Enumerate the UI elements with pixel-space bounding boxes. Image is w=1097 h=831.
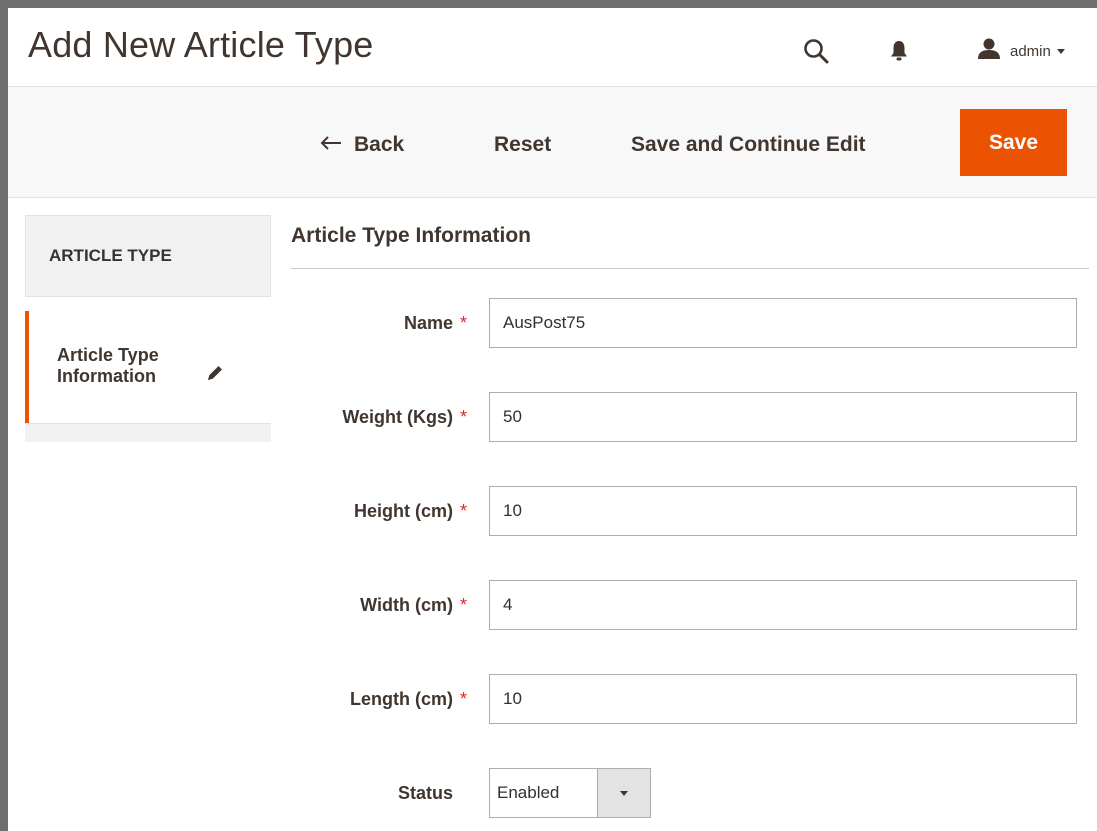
pencil-icon [205,363,225,388]
page-actions-bar: Back Reset Save and Continue Edit [8,86,1097,198]
sidebar-item-label: Article Type Information [57,345,159,386]
field-row-height: Height (cm) * 10 [8,486,1097,536]
required-marker: * [460,501,468,521]
field-row-status: Status Enabled [8,768,1097,818]
name-input[interactable]: AusPost75 [489,298,1077,348]
field-label: Name [403,313,453,333]
status-select[interactable]: Enabled [489,768,651,818]
section-title: Article Type Information [291,224,531,247]
height-input[interactable]: 10 [489,486,1077,536]
required-marker: * [460,595,468,615]
field-row-weight: Weight (Kgs) * 50 [8,392,1097,442]
field-label: Width (cm) [360,595,453,615]
required-marker: * [460,313,468,333]
section-divider [291,268,1089,269]
chevron-down-icon [620,790,628,796]
status-select-value: Enabled [497,783,560,802]
chevron-down-icon [1056,49,1065,54]
user-menu[interactable]: admin [976,38,1065,65]
back-button[interactable]: Back [320,125,404,165]
field-row-width: Width (cm) * 4 [8,580,1097,630]
search-icon[interactable] [803,38,829,69]
user-icon [976,38,1002,65]
field-label: Length (cm) [350,689,453,709]
weight-input[interactable]: 50 [489,392,1077,442]
page-header: Add New Article Type admin [8,8,1097,86]
sidebar-title: ARTICLE TYPE [25,215,271,297]
bell-icon[interactable] [890,40,908,67]
reset-button[interactable]: Reset [494,125,551,165]
field-label: Status [397,783,453,803]
field-label: Weight (Kgs) [342,407,453,427]
width-input[interactable]: 4 [489,580,1077,630]
select-toggle[interactable] [597,769,650,817]
required-marker: * [460,407,468,427]
user-name: admin [1010,43,1051,60]
page-title: Add New Article Type [28,24,374,65]
save-button[interactable]: Save [960,109,1067,176]
arrow-left-icon [320,133,342,157]
field-row-name: Name * AusPost75 [8,298,1097,348]
field-label: Height (cm) [354,501,453,521]
save-and-continue-button[interactable]: Save and Continue Edit [631,125,866,165]
length-input[interactable]: 10 [489,674,1077,724]
field-row-length: Length (cm) * 10 [8,674,1097,724]
back-label: Back [354,133,405,156]
admin-page: Add New Article Type admin Back Reset Sa… [8,8,1097,831]
required-marker: * [460,689,468,709]
